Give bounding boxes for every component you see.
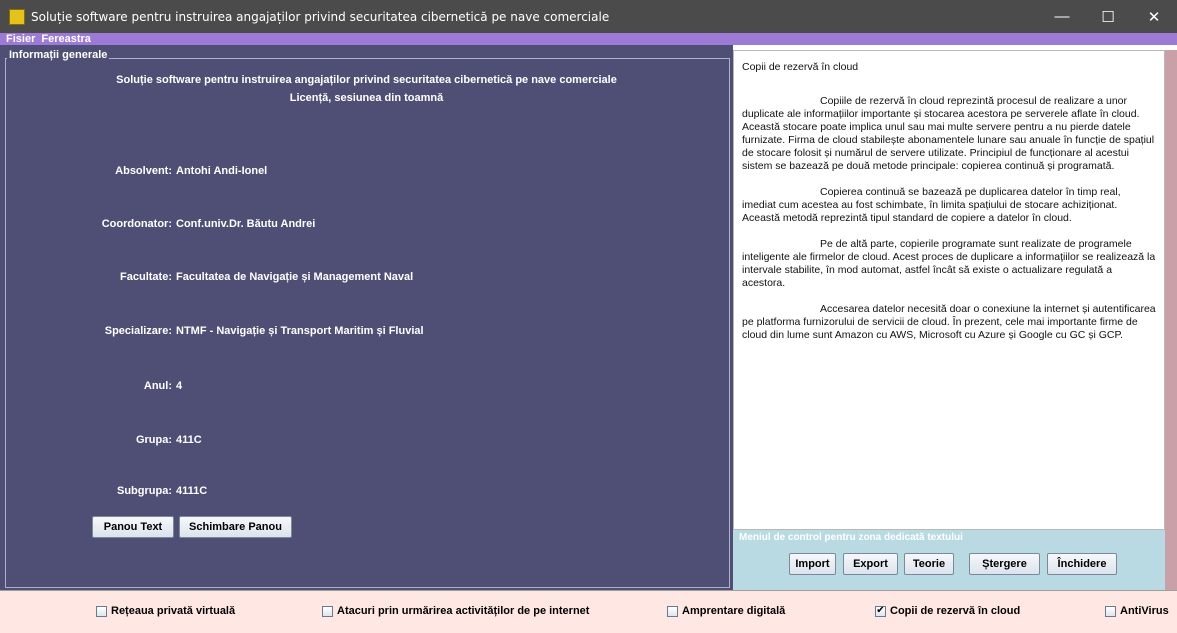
text-area[interactable]: Copii de rezervă în cloud Copiile de rez… [733, 50, 1165, 530]
checkbox-box[interactable] [96, 605, 107, 617]
info-value: 4111C [176, 485, 208, 497]
text-paragraph: Copiile de rezervă în cloud reprezintă p… [742, 95, 1155, 172]
group-title: Informații generale [7, 49, 110, 61]
menu-bar: Fisier Fereastra [0, 33, 1177, 45]
checkbox-box[interactable] [667, 605, 678, 617]
info-label: Subgrupa: [117, 485, 172, 497]
info-label: Grupa: [135, 434, 172, 446]
info-label: Absolvent: [115, 165, 172, 177]
info-label: Facultate: [120, 271, 172, 283]
info-value: NTMF - Navigație și Transport Maritim și… [176, 325, 424, 337]
checkbox-label: Copii de rezervă în cloud [890, 605, 1021, 617]
close-button[interactable]: ✕ [1131, 0, 1177, 33]
info-row-coordonator: Coordonator: Conf.univ.Dr. Băutu Andrei [0, 218, 733, 230]
info-label: Specializare: [104, 325, 172, 337]
checkbox-box[interactable] [322, 605, 333, 617]
import-button[interactable]: Import [789, 553, 836, 575]
maximize-button[interactable]: ☐ [1085, 0, 1131, 33]
schimbare-panou-button[interactable]: Schimbare Panou [179, 516, 292, 538]
info-label: Coordonator: [101, 218, 172, 230]
app-icon [9, 8, 25, 25]
minimize-button[interactable]: — [1039, 0, 1085, 33]
window-controls: — ☐ ✕ [1039, 0, 1177, 33]
checkbox-box[interactable] [1105, 605, 1116, 617]
info-row-grupa: Grupa: 411C [0, 434, 733, 446]
topics-bar: Rețeaua privată virtuală Atacuri prin ur… [0, 590, 1177, 633]
checkbox-label: Amprentare digitală [682, 605, 786, 617]
info-value: Conf.univ.Dr. Băutu Andrei [176, 218, 316, 230]
text-paragraph: Accesarea datelor necesită doar o conexi… [742, 303, 1156, 341]
panou-text-button[interactable]: Panou Text [92, 516, 174, 538]
menu-fereastra[interactable]: Fereastra [38, 33, 94, 45]
checkbox-retea-privata[interactable]: Rețeaua privată virtuală [96, 605, 235, 617]
export-button[interactable]: Export [843, 553, 898, 575]
checkbox-label: Rețeaua privată virtuală [111, 605, 236, 617]
checkbox-copii-rezerva[interactable]: ✔ Copii de rezervă în cloud [875, 605, 1020, 617]
side-strip [1165, 50, 1177, 590]
general-info-panel: Informații generale Soluție software pen… [0, 45, 733, 590]
teorie-button[interactable]: Teorie [904, 553, 954, 575]
checkbox-amprentare[interactable]: Amprentare digitală [667, 605, 785, 617]
control-zone-title: Meniul de control pentru zona dedicată t… [739, 532, 963, 543]
info-row-facultate: Facultate: Facultatea de Navigație și Ma… [0, 271, 733, 283]
info-row-specializare: Specializare: NTMF - Navigație și Transp… [0, 325, 733, 337]
project-title: Soluție software pentru instruirea angaj… [116, 74, 617, 86]
inchidere-button[interactable]: Închidere [1047, 553, 1117, 575]
project-subtitle: Licență, sesiunea din toamnă [289, 92, 444, 104]
info-value: 411C [176, 434, 202, 446]
info-row-absolvent: Absolvent: Antohi Andi-Ionel [0, 165, 733, 177]
stergere-button[interactable]: Ștergere [969, 553, 1040, 575]
title-bar: Soluție software pentru instruirea angaj… [0, 0, 1177, 33]
text-panel: Copii de rezervă în cloud Copiile de rez… [733, 45, 1177, 590]
text-paragraph: Copierea continuă se bazează pe duplicar… [742, 186, 1121, 224]
checkbox-atacuri-urmarire[interactable]: Atacuri prin urmărirea activităților de … [322, 605, 589, 617]
info-label: Anul: [143, 380, 172, 392]
group-border [5, 58, 730, 588]
info-value: 4 [176, 380, 183, 392]
text-control-zone: Meniul de control pentru zona dedicată t… [733, 530, 1165, 590]
checkbox-antivirus[interactable]: AntiVirus [1105, 605, 1169, 617]
info-value: Antohi Andi-Ionel [176, 165, 268, 177]
menu-fisier[interactable]: Fisier [0, 33, 38, 45]
text-paragraph: Pe de altă parte, copierile programate s… [742, 238, 1156, 289]
info-row-subgrupa: Subgrupa: 4111C [0, 485, 733, 497]
info-value: Facultatea de Navigație și Management Na… [176, 271, 414, 283]
info-row-anul: Anul: 4 [0, 380, 733, 392]
check-icon[interactable]: ✔ [875, 605, 886, 617]
text-title: Copii de rezervă în cloud [742, 61, 859, 73]
checkbox-label: Atacuri prin urmărirea activităților de … [337, 605, 590, 617]
window-title: Soluție software pentru instruirea angaj… [31, 9, 610, 24]
checkbox-label: AntiVirus [1120, 605, 1169, 617]
